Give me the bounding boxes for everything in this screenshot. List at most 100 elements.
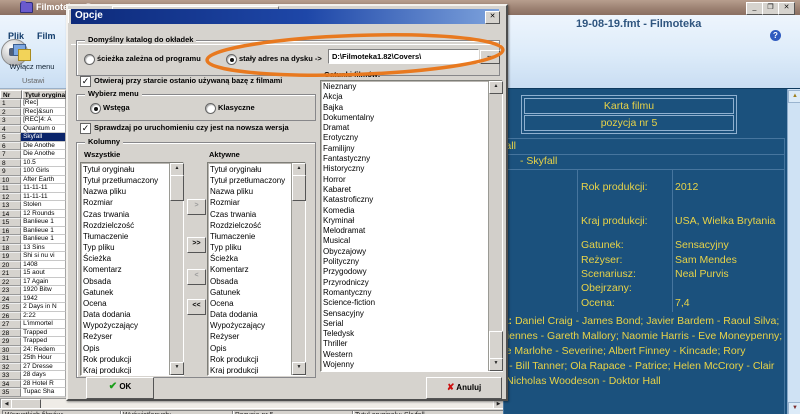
genre-item[interactable]: Familijny [323,144,489,154]
table-row[interactable]: 25 2 Days in N [0,303,66,312]
list-item[interactable]: Rozmiar [210,197,292,208]
radio-ribbon-menu-label[interactable]: Wstęga [103,103,130,112]
genre-item[interactable]: Kryminał [323,216,489,226]
list-item[interactable]: Nazwa pliku [210,186,292,197]
list-item[interactable]: Reżyser [210,331,292,342]
scroll-down-icon[interactable]: ▼ [292,362,306,375]
table-row[interactable]: 14 12 Rounds [0,209,66,218]
table-row[interactable]: 27 L'immortel [0,320,66,329]
col-header-nr[interactable]: Nr [0,90,22,99]
table-row[interactable]: 11 11-11-11 [0,184,66,193]
genre-item[interactable]: Katastroficzny [323,195,489,205]
table-row[interactable]: 15 Banlieue 1 [0,218,66,227]
genre-item[interactable]: Nieznany [323,82,489,92]
list-item[interactable]: Gatunek [83,287,170,298]
genre-item[interactable]: Komedia [323,206,489,216]
menu-plik[interactable]: Plik [8,31,24,41]
checkbox-check-updates-label[interactable]: Sprawdzaj po uruchomieniu czy jest na no… [94,123,289,132]
list-item[interactable]: Ścieżka [210,253,292,264]
listbox-scrollbar[interactable]: ▲ ▼ [169,163,184,375]
list-item[interactable]: Reżyser [83,331,170,342]
list-item[interactable]: Typ pliku [210,242,292,253]
list-item[interactable]: Rok produkcji [210,354,292,365]
genre-item[interactable]: Teledysk [323,329,489,339]
list-item[interactable]: Tytuł oryginału [83,164,170,175]
table-row[interactable]: 2 [Rec]&sun [0,107,66,116]
genre-item[interactable]: Polityczny [323,257,489,267]
scroll-down-icon[interactable]: ▼ [489,358,503,371]
list-item[interactable]: Komentarz [83,264,170,275]
disable-menu-button[interactable]: Wyłącz menu [0,62,64,71]
table-row[interactable]: 6 Die Anothe [0,141,66,150]
table-row[interactable]: 4 Quantum o [0,124,66,133]
checkbox-check-updates[interactable]: ✓ [80,123,91,134]
genre-item[interactable]: Bajka [323,103,489,113]
list-item[interactable]: Kraj produkcji [210,365,292,374]
list-item[interactable]: Rozdzielczość [210,220,292,231]
switch-menu-icon[interactable] [13,44,31,61]
transfer-button-r[interactable]: > [187,199,206,215]
radio-classic-menu-label[interactable]: Klasyczne [218,103,255,112]
table-row[interactable]: 12 11-11-11 [0,192,66,201]
list-item[interactable]: Data dodania [83,309,170,320]
radio-path-fixed[interactable] [226,54,237,65]
radio-ribbon-menu[interactable] [90,103,101,114]
table-row[interactable]: 18 13 Sins [0,243,66,252]
transfer-button-l[interactable]: < [187,269,206,285]
genre-item[interactable]: Akcja [323,92,489,102]
scroll-thumb[interactable] [292,175,306,201]
list-item[interactable]: Obsada [210,276,292,287]
transfer-button-ll[interactable]: << [187,299,206,315]
list-item[interactable]: Kraj produkcji [83,365,170,374]
list-item[interactable]: Wypożyczający [210,320,292,331]
list-item[interactable]: Data dodania [210,309,292,320]
restore-button[interactable]: ❐ [762,2,779,15]
table-row[interactable]: 22 17 Again [0,277,66,286]
list-item[interactable]: Tłumaczenie [210,231,292,242]
table-row[interactable]: 23 1920 Bitw [0,286,66,295]
table-row[interactable]: 20 1408 [0,260,66,269]
table-row[interactable]: 19 Shi si nu vi [0,252,66,261]
table-row[interactable]: 34 28 Hotel R [0,379,66,388]
columns-all-listbox[interactable]: Tytuł oryginału Tytuł przetłumaczony Nazwa… [80,162,184,376]
cover-path-input[interactable]: D:\Filmoteka1.82\Covers\ [328,49,479,64]
ok-button[interactable]: ✔ OK [86,377,154,399]
table-row[interactable]: 28 Trapped [0,328,66,337]
genre-item[interactable]: Dokumentalny [323,113,489,123]
list-item[interactable]: Nazwa pliku [83,186,170,197]
genre-item[interactable]: Obyczajowy [323,247,489,257]
table-row[interactable]: 35 Tupac Sha [0,388,66,397]
menu-film[interactable]: Film [37,31,56,41]
table-row[interactable]: 5 Skyfall [0,133,66,142]
help-icon[interactable]: ? [770,30,781,41]
genre-item[interactable]: Horror [323,175,489,185]
genre-item[interactable]: Historyczny [323,164,489,174]
genre-item[interactable]: Musical [323,236,489,246]
list-item[interactable]: Rozmiar [83,197,170,208]
table-row[interactable]: 13 Stolen [0,201,66,210]
table-row[interactable]: 17 Banlieue 1 [0,235,66,244]
list-item[interactable]: Typ pliku [83,242,170,253]
checkbox-open-last[interactable]: ✓ [80,76,91,87]
table-row[interactable]: 1 [Rec] [0,99,66,108]
list-item[interactable]: Wypożyczający [83,320,170,331]
genre-item[interactable]: Romantyczny [323,288,489,298]
table-row[interactable]: 32 27 Dresse [0,362,66,371]
list-item[interactable]: Rozdzielczość [83,220,170,231]
genre-item[interactable]: Erotyczny [323,133,489,143]
list-item[interactable]: Tytuł przetłumaczony [83,175,170,186]
radio-classic-menu[interactable] [205,103,216,114]
genre-item[interactable]: Sensacyjny [323,309,489,319]
table-row[interactable]: 30 24: Redem [0,345,66,354]
genre-item[interactable]: Dramat [323,123,489,133]
dialog-close-icon[interactable]: ✕ [485,11,500,24]
table-row[interactable]: 10 After Earth [0,175,66,184]
table-row[interactable]: 29 Trapped [0,337,66,346]
genre-item[interactable]: Fantastyczny [323,154,489,164]
list-item[interactable]: Ścieżka [83,253,170,264]
list-item[interactable]: Ocena [83,298,170,309]
table-row[interactable]: 8 10.5 [0,158,66,167]
genre-item[interactable]: Przygodowy [323,267,489,277]
transfer-button-rr[interactable]: >> [187,237,206,253]
genre-item[interactable]: Kabaret [323,185,489,195]
